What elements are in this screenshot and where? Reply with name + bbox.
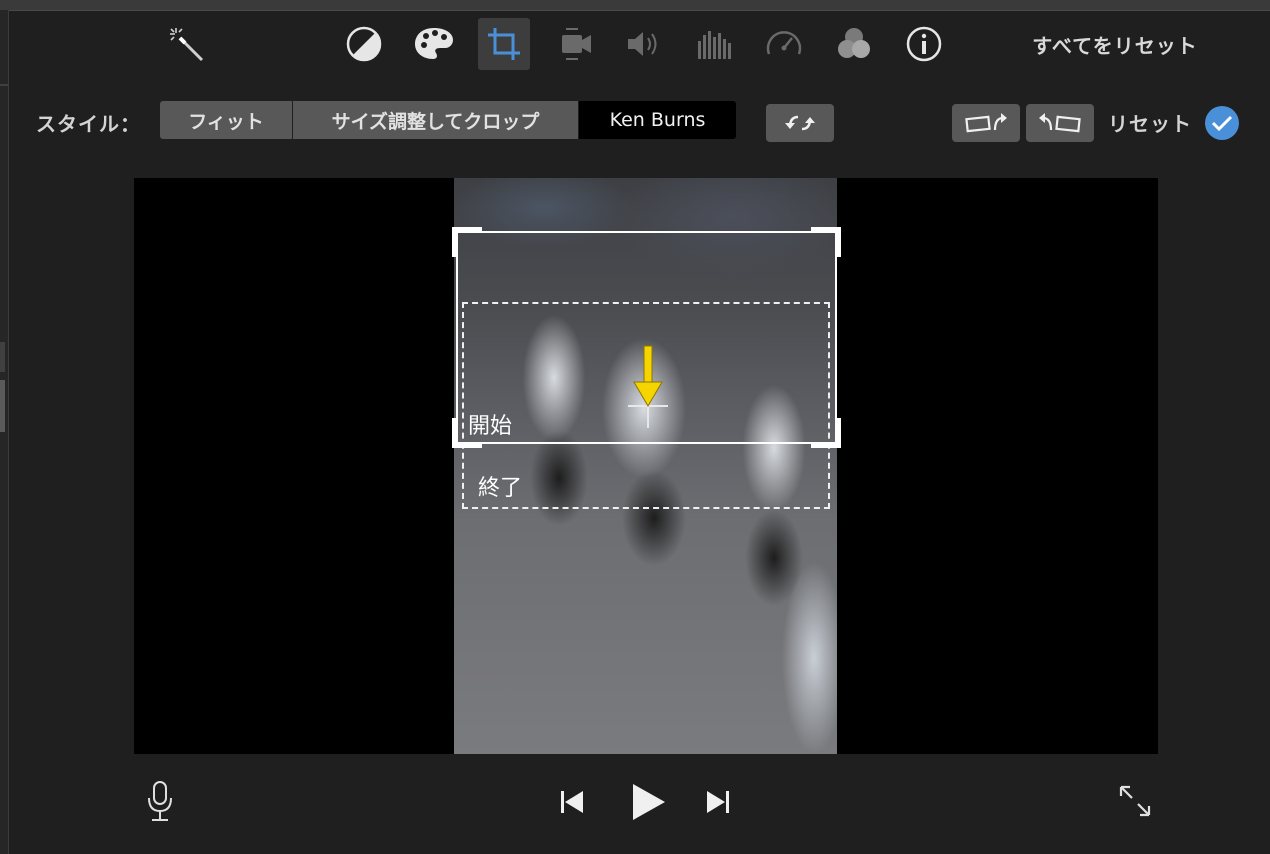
color-balance-button[interactable] — [338, 18, 390, 70]
left-panel-edge — [0, 10, 9, 854]
skip-forward-button[interactable] — [698, 782, 738, 822]
microphone-icon — [148, 781, 172, 821]
clip-filter-icon — [838, 28, 870, 58]
rotate-right-button[interactable] — [1026, 104, 1094, 142]
left-panel-scroll-track — [0, 342, 5, 372]
skip-forward-icon — [707, 791, 729, 813]
play-button[interactable] — [622, 776, 672, 828]
rotate-left-button[interactable] — [952, 104, 1020, 142]
end-frame-label: 終了 — [478, 476, 523, 501]
checkmark-icon — [1211, 115, 1233, 132]
rotate-left-icon — [965, 113, 1007, 133]
style-fit-button[interactable]: フィット — [160, 101, 292, 139]
enhance-button[interactable] — [160, 18, 212, 70]
crop-reset-button[interactable]: リセット — [1108, 108, 1192, 137]
fullscreen-button[interactable] — [1114, 780, 1156, 822]
left-panel-scrollbar[interactable] — [0, 380, 5, 432]
left-panel-divider — [0, 84, 8, 86]
speed-button[interactable] — [758, 18, 810, 70]
clip-filter-button[interactable] — [828, 18, 880, 70]
ken-burns-direction-arrow — [628, 345, 668, 428]
start-frame-label: 開始 — [468, 414, 513, 439]
crop-icon — [488, 28, 520, 60]
volume-icon — [628, 32, 657, 56]
crop-handle-top-right-v[interactable] — [835, 227, 841, 257]
equalizer-button[interactable] — [688, 18, 740, 70]
swap-start-end-icon — [785, 115, 815, 131]
color-palette-icon — [415, 28, 453, 59]
style-label: スタイル： — [36, 112, 141, 136]
stabilization-camera-icon — [562, 28, 591, 60]
crop-handle-bottom-right-v[interactable] — [835, 418, 841, 448]
info-icon — [906, 26, 942, 62]
stabilization-button[interactable] — [548, 18, 600, 70]
crop-handle-top-left-v[interactable] — [452, 227, 458, 257]
color-balance-icon — [346, 26, 382, 62]
voiceover-button[interactable] — [140, 778, 180, 824]
fullscreen-icon — [1119, 785, 1151, 817]
volume-button[interactable] — [618, 18, 670, 70]
apply-button[interactable] — [1205, 106, 1239, 140]
crop-button[interactable] — [478, 18, 530, 70]
play-icon — [633, 784, 665, 820]
magic-wand-icon — [170, 28, 204, 62]
equalizer-icon — [698, 31, 731, 59]
crop-handle-bottom-left-v[interactable] — [452, 418, 458, 448]
speed-gauge-icon — [766, 31, 802, 55]
color-correction-button[interactable] — [408, 18, 460, 70]
window-top-border — [0, 0, 1270, 11]
style-crop-to-fill-button[interactable]: サイズ調整してクロップ — [293, 101, 578, 139]
rotate-right-icon — [1039, 113, 1081, 133]
swap-start-end-button[interactable] — [766, 104, 834, 142]
style-ken-burns-button[interactable]: Ken Burns — [579, 101, 736, 139]
skip-back-button[interactable] — [552, 782, 592, 822]
skip-back-icon — [561, 791, 583, 813]
reset-all-button[interactable]: すべてをリセット — [1000, 30, 1230, 59]
clip-info-button[interactable] — [898, 18, 950, 70]
